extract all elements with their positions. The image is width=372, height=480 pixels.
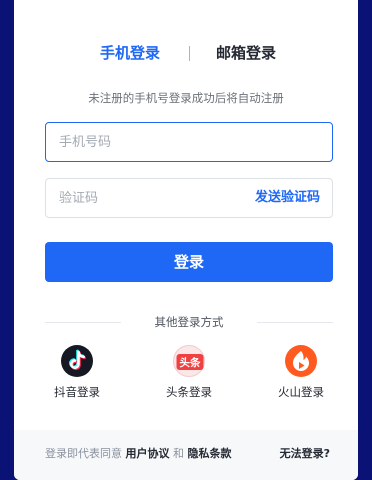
cant-login-link[interactable]: 无法登录? <box>280 446 330 462</box>
divider-line-right <box>257 322 333 323</box>
tab-divider <box>189 46 190 61</box>
code-input[interactable] <box>46 179 272 217</box>
toutiao-icon-text: 头条 <box>180 356 201 369</box>
login-card: 手机登录 邮箱登录 未注册的手机号登录成功后将自动注册 发送验证码 登录 其他登… <box>14 0 358 480</box>
huoshan-login-button[interactable]: 火山登录 <box>261 345 341 400</box>
send-code-button[interactable]: 发送验证码 <box>255 189 320 207</box>
agreement-text: 登录即代表同意 用户协议 和 隐私条款 <box>45 446 232 462</box>
register-hint: 未注册的手机号登录成功后将自动注册 <box>88 91 284 105</box>
douyin-icon <box>61 345 93 377</box>
phone-input[interactable] <box>46 123 272 161</box>
privacy-policy-link[interactable]: 隐私条款 <box>188 447 232 460</box>
douyin-login-label: 抖音登录 <box>54 385 100 399</box>
huoshan-icon <box>285 345 317 377</box>
douyin-login-button[interactable]: 抖音登录 <box>37 345 117 400</box>
login-tabs: 手机登录 邮箱登录 <box>14 42 358 64</box>
phone-field <box>45 122 333 162</box>
huoshan-login-label: 火山登录 <box>278 385 324 399</box>
other-login-divider: 其他登录方式 <box>45 314 333 330</box>
tab-phone-login[interactable]: 手机登录 <box>100 42 160 64</box>
login-button[interactable]: 登录 <box>45 242 333 282</box>
tab-email-login[interactable]: 邮箱登录 <box>216 42 276 64</box>
agreement-and: 和 <box>173 447 184 460</box>
user-agreement-link[interactable]: 用户协议 <box>126 447 170 460</box>
toutiao-login-button[interactable]: 头条 头条登录 <box>149 345 229 400</box>
agreement-prefix: 登录即代表同意 <box>45 447 122 460</box>
toutiao-login-label: 头条登录 <box>166 385 212 399</box>
toutiao-icon: 头条 <box>173 345 205 377</box>
code-field: 发送验证码 <box>45 178 333 218</box>
footer: 登录即代表同意 用户协议 和 隐私条款 无法登录? <box>14 430 358 480</box>
